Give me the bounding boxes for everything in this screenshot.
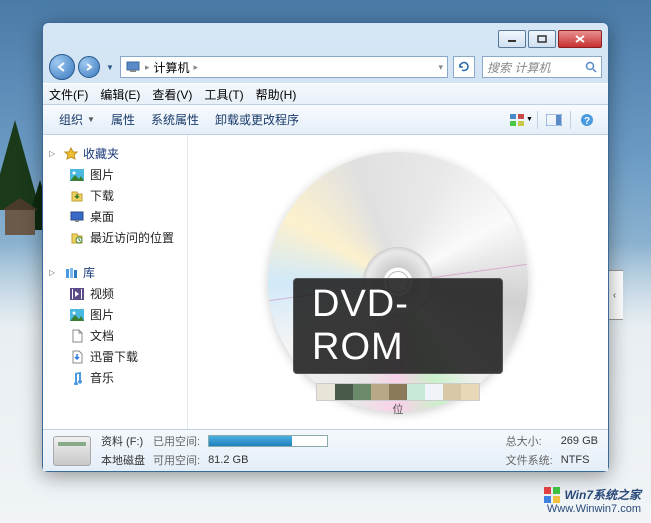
colorbar-label: 位 xyxy=(393,401,404,417)
free-space-value: 81.2 GB xyxy=(208,454,498,466)
menu-help[interactable]: 帮助(H) xyxy=(256,86,297,103)
menu-edit[interactable]: 编辑(E) xyxy=(100,86,140,103)
search-box[interactable]: 搜索 计算机 xyxy=(482,56,602,78)
sidebar-item-pictures-lib[interactable]: 图片 xyxy=(47,304,183,325)
minimize-icon xyxy=(507,35,517,43)
content-pane[interactable]: DVD-ROM 位 xyxy=(188,135,608,429)
recent-icon xyxy=(69,230,85,246)
body: ▷ 收藏夹 图片 下载 桌面 xyxy=(43,135,608,429)
maximize-icon xyxy=(537,35,547,43)
refresh-icon xyxy=(457,60,471,74)
music-icon xyxy=(69,370,85,386)
sidebar-item-pictures[interactable]: 图片 xyxy=(47,164,183,185)
thumbnails-icon xyxy=(509,113,525,127)
documents-icon xyxy=(69,328,85,344)
desktop-icon xyxy=(69,209,85,225)
sidebar-libraries[interactable]: ▷ 库 xyxy=(47,262,183,283)
drive-name: 资料 (F:) xyxy=(101,433,145,449)
back-button[interactable] xyxy=(49,54,75,80)
address-bar[interactable]: ▸ 计算机 ▸ ▾ xyxy=(120,56,448,78)
search-placeholder: 搜索 计算机 xyxy=(487,59,550,76)
sidebar-item-documents[interactable]: 文档 xyxy=(47,325,183,346)
watermark-url: Www.Winwin7.com xyxy=(544,503,641,515)
sidebar-item-videos[interactable]: 视频 xyxy=(47,283,183,304)
menu-view[interactable]: 查看(V) xyxy=(152,86,192,103)
properties-button[interactable]: 属性 xyxy=(103,108,143,131)
sidebar-item-music[interactable]: 音乐 xyxy=(47,367,183,388)
address-dropdown-icon[interactable]: ▾ xyxy=(438,62,443,73)
free-space-label: 可用空间: xyxy=(153,452,200,468)
sidebar-item-downloads[interactable]: 下载 xyxy=(47,185,183,206)
uninstall-button[interactable]: 卸载或更改程序 xyxy=(207,108,307,131)
dvd-label: DVD-ROM xyxy=(293,278,503,374)
sidebar: ▷ 收藏夹 图片 下载 桌面 xyxy=(43,135,188,429)
sidebar-favorites[interactable]: ▷ 收藏夹 xyxy=(47,143,183,164)
filesystem-value: NTFS xyxy=(561,454,598,466)
history-dropdown[interactable]: ▼ xyxy=(103,57,117,77)
preview-pane-button[interactable] xyxy=(541,109,567,131)
star-icon xyxy=(63,146,79,162)
help-icon: ? xyxy=(580,113,594,127)
maximize-button[interactable] xyxy=(528,30,556,48)
search-icon xyxy=(585,61,597,73)
help-button[interactable]: ? xyxy=(574,109,600,131)
refresh-button[interactable] xyxy=(453,56,475,78)
usage-bar xyxy=(208,435,328,447)
explorer-window: ▼ ▸ 计算机 ▸ ▾ 搜索 计算机 文件(F) 编辑(E) 查看(V) 工具(… xyxy=(42,22,609,472)
titlebar xyxy=(43,23,608,51)
sidebar-item-recent[interactable]: 最近访问的位置 xyxy=(47,227,183,248)
total-size-label: 总大小: xyxy=(506,433,553,449)
xunlei-icon xyxy=(69,349,85,365)
sidebar-item-xunlei[interactable]: 迅雷下载 xyxy=(47,346,183,367)
toolbar: 组织▼ 属性 系统属性 卸载或更改程序 ▼ ? xyxy=(43,105,608,135)
drive-type: 本地磁盘 xyxy=(101,452,145,468)
downloads-icon xyxy=(69,188,85,204)
close-icon xyxy=(575,35,585,43)
pictures-icon xyxy=(69,307,85,323)
collapse-icon: ▷ xyxy=(49,149,59,158)
forward-button[interactable] xyxy=(78,56,100,78)
color-bar xyxy=(316,383,480,401)
menu-tools[interactable]: 工具(T) xyxy=(204,86,243,103)
menubar: 文件(F) 编辑(E) 查看(V) 工具(T) 帮助(H) xyxy=(43,83,608,105)
filesystem-label: 文件系统: xyxy=(506,452,553,468)
navbar: ▼ ▸ 计算机 ▸ ▾ 搜索 计算机 xyxy=(43,51,608,83)
total-size-value: 269 GB xyxy=(561,435,598,447)
watermark: Win7系统之家 Www.Winwin7.com xyxy=(544,486,641,515)
menu-file[interactable]: 文件(F) xyxy=(49,86,88,103)
breadcrumb-computer[interactable]: 计算机 xyxy=(154,59,190,76)
pictures-icon xyxy=(69,167,85,183)
minimize-button[interactable] xyxy=(498,30,526,48)
library-icon xyxy=(63,265,79,281)
drive-icon xyxy=(53,436,91,466)
breadcrumb-sep-icon: ▸ xyxy=(145,62,150,73)
videos-icon xyxy=(69,286,85,302)
close-button[interactable] xyxy=(558,30,602,48)
windows-logo-icon xyxy=(544,487,560,503)
arrow-right-icon xyxy=(84,62,94,72)
svg-text:?: ? xyxy=(584,116,590,127)
sidebar-item-desktop[interactable]: 桌面 xyxy=(47,206,183,227)
view-mode-button[interactable]: ▼ xyxy=(508,109,534,131)
arrow-left-icon xyxy=(56,61,68,73)
used-space-label: 已用空间: xyxy=(153,433,200,449)
preview-pane-icon xyxy=(546,114,562,126)
collapse-icon: ▷ xyxy=(49,268,59,277)
watermark-title: Win7系统之家 xyxy=(564,486,641,503)
system-properties-button[interactable]: 系统属性 xyxy=(143,108,207,131)
computer-icon xyxy=(125,59,141,75)
breadcrumb-sep-icon: ▸ xyxy=(194,62,199,73)
organize-button[interactable]: 组织▼ xyxy=(51,108,103,131)
statusbar: 资料 (F:) 已用空间: 总大小: 269 GB 本地磁盘 可用空间: 81.… xyxy=(43,429,608,471)
